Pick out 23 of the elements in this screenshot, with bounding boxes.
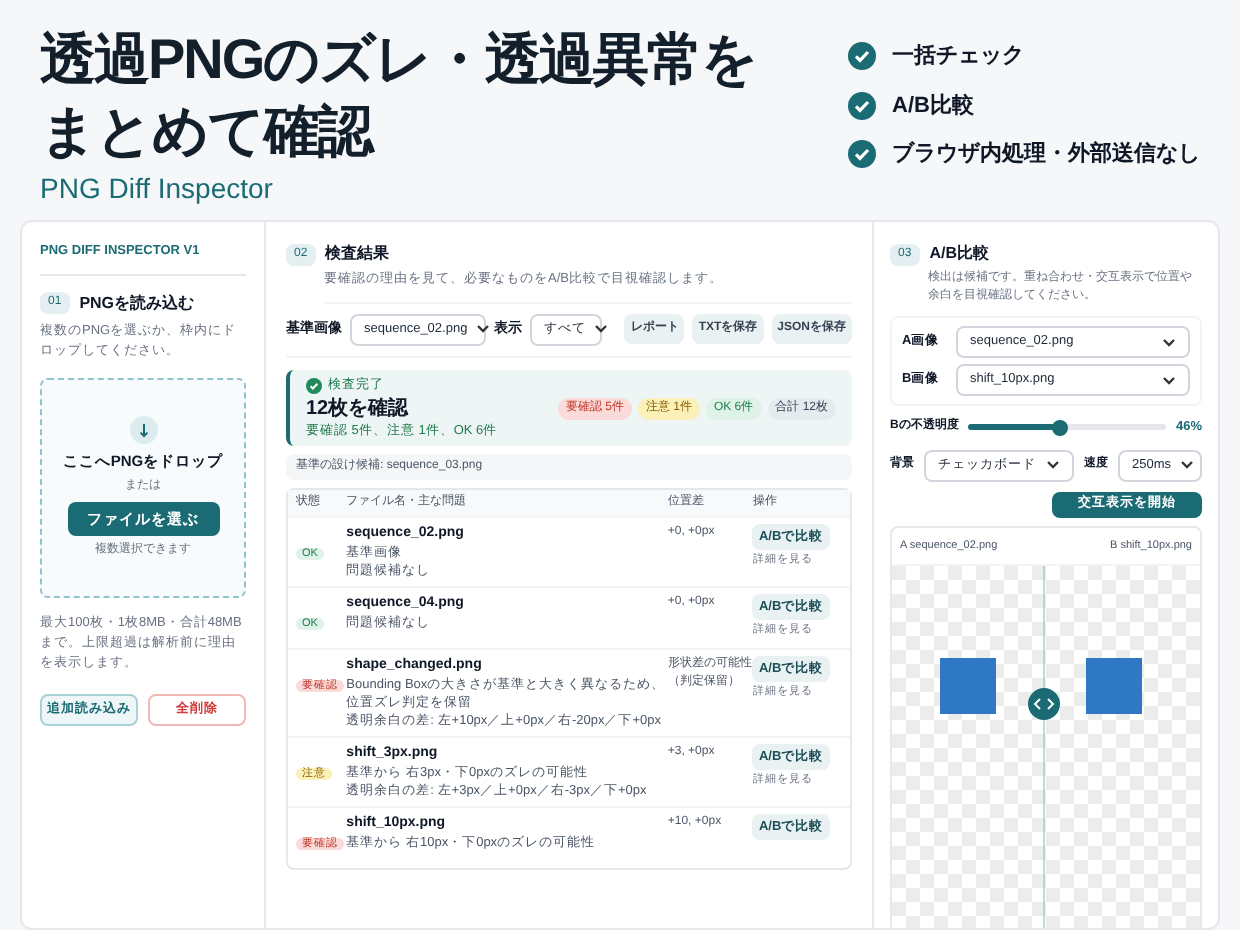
caret-icon — [1046, 460, 1060, 471]
opacity-slider[interactable] — [968, 424, 1166, 431]
section-title: 検査結果 — [325, 242, 390, 266]
section-title: PNGを読み込む — [79, 291, 195, 316]
feature-text: A/B比較 — [892, 91, 974, 121]
page-title: 透過PNGのズレ・透過異常を — [40, 26, 758, 94]
arrow-down-icon — [129, 415, 157, 444]
check-icon — [848, 42, 876, 71]
caret-icon — [1179, 460, 1194, 471]
summary-headline: 12枚を確認 — [306, 395, 411, 421]
feature-text: ブラウザ内処理・外部送信なし — [892, 139, 1200, 170]
caret-icon — [1162, 375, 1176, 385]
section-title: A/B比較 — [929, 242, 989, 266]
caret-icon — [475, 324, 490, 335]
check-icon — [848, 91, 876, 120]
caret-icon — [594, 324, 608, 335]
slider-thumb[interactable] — [1051, 419, 1068, 436]
page-title: まとめて確認 — [40, 98, 372, 166]
check-icon — [848, 140, 876, 169]
caret-icon — [1162, 337, 1176, 347]
page-subtitle: PNG Diff Inspector — [40, 170, 275, 208]
feature-text: 一括チェック — [892, 42, 1024, 72]
check-icon — [306, 377, 322, 394]
